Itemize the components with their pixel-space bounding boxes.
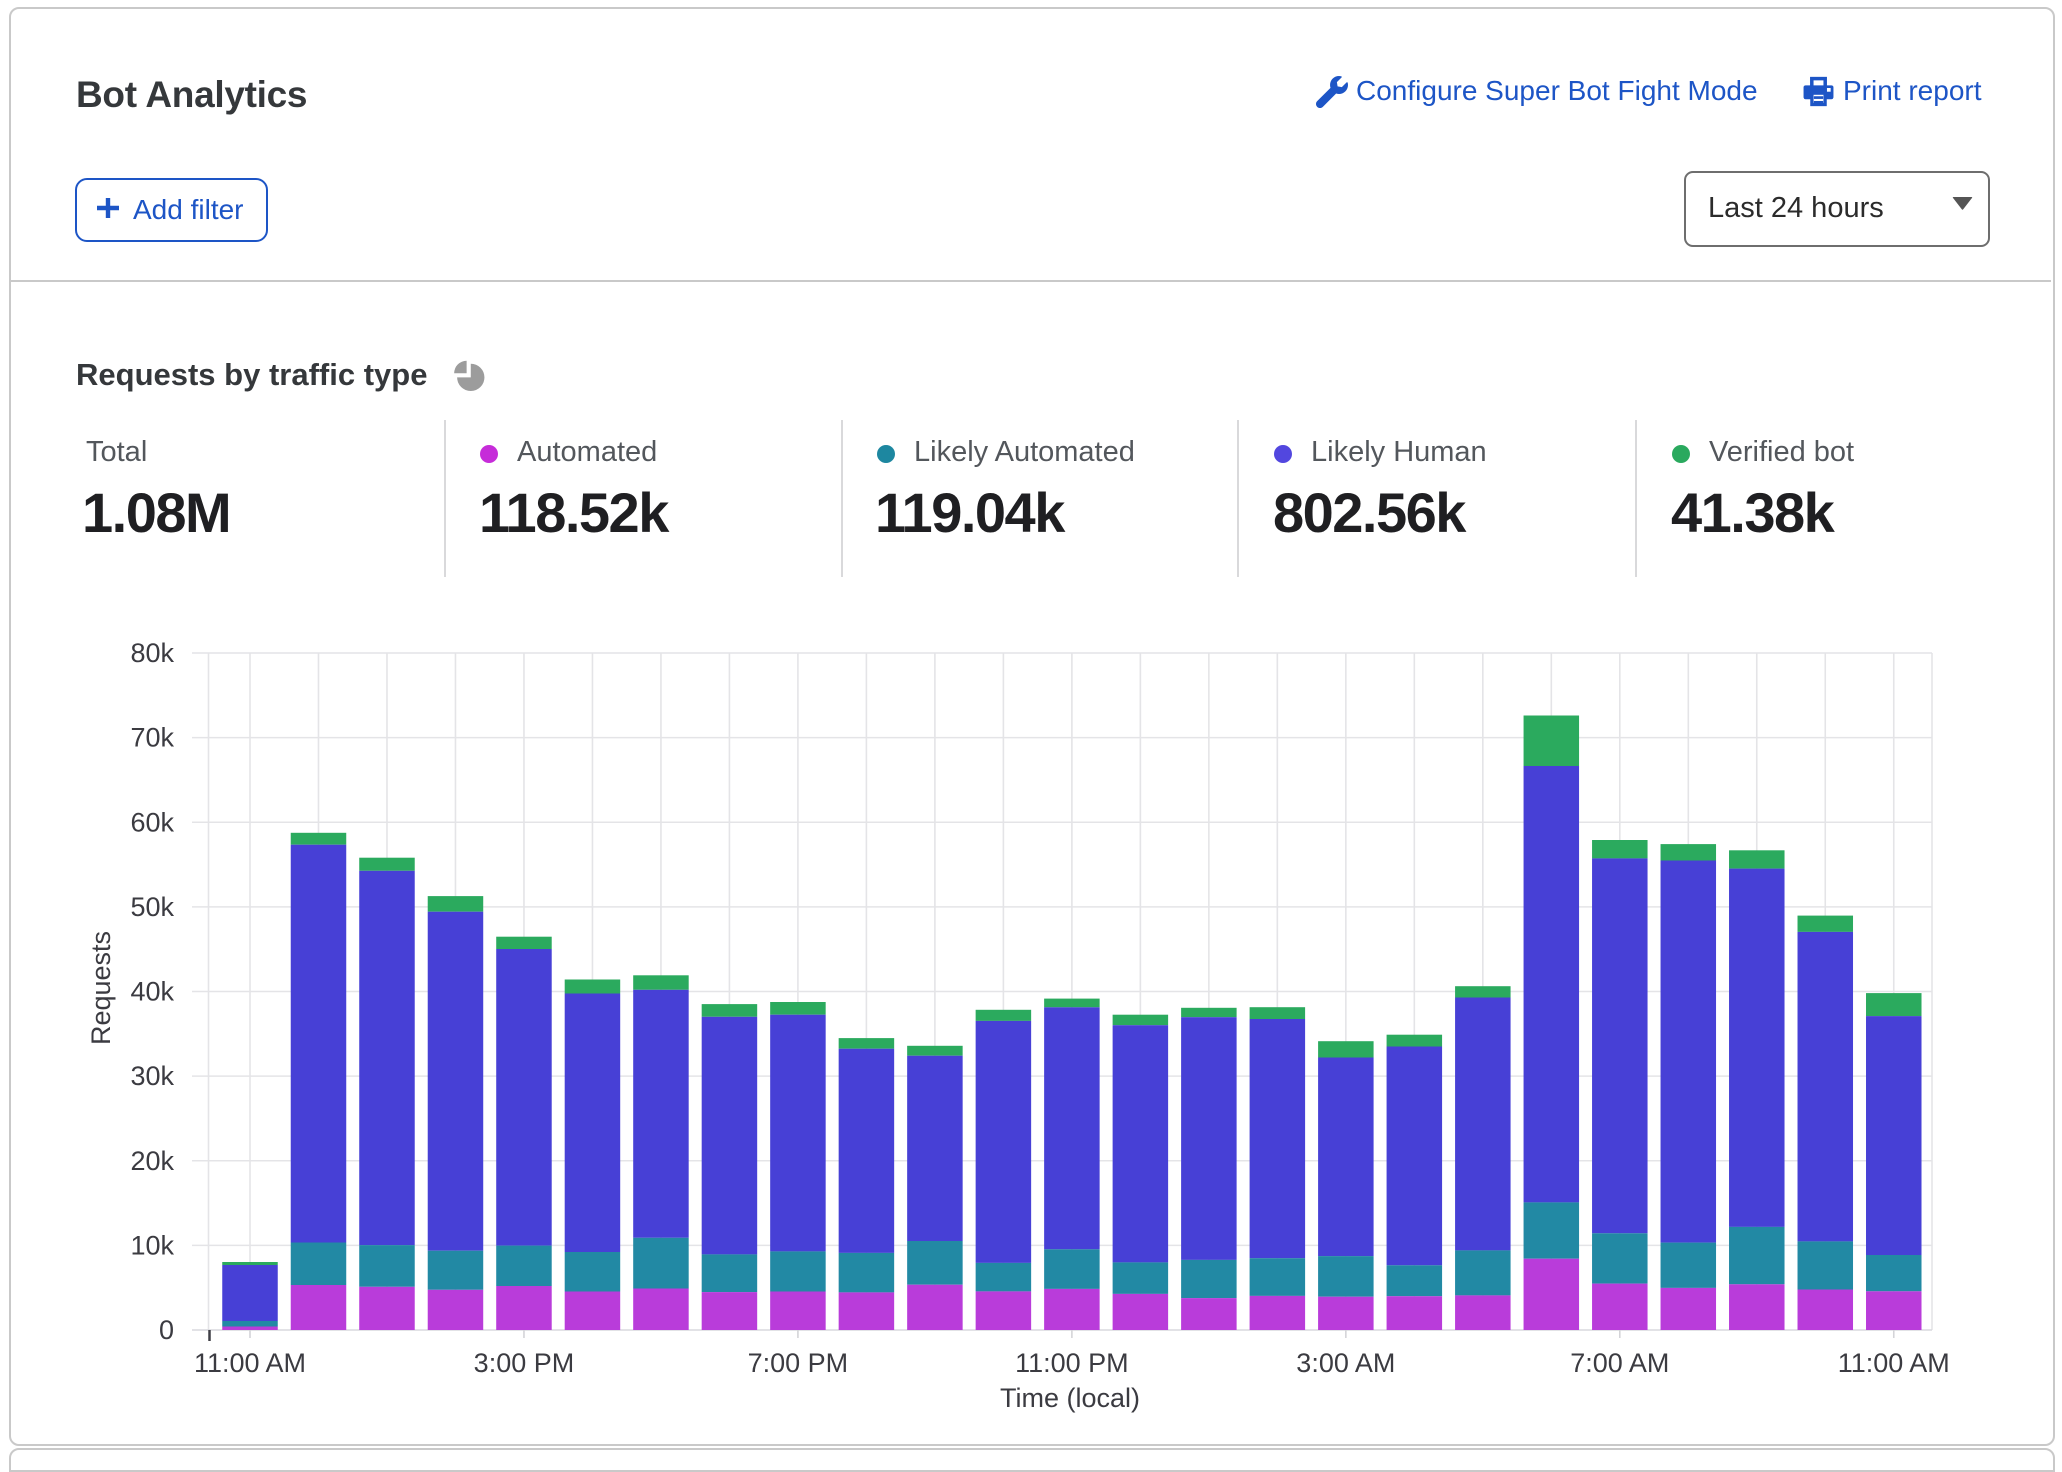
svg-text:50k: 50k	[130, 892, 174, 922]
svg-text:Time (local): Time (local)	[1000, 1383, 1140, 1413]
svg-text:3:00 PM: 3:00 PM	[474, 1348, 575, 1378]
svg-text:40k: 40k	[130, 977, 174, 1007]
svg-text:Requests: Requests	[86, 931, 116, 1045]
svg-text:0: 0	[159, 1315, 174, 1345]
svg-text:70k: 70k	[130, 723, 174, 753]
svg-text:30k: 30k	[130, 1061, 174, 1091]
svg-text:11:00 AM: 11:00 AM	[1838, 1348, 1950, 1378]
svg-text:3:00 AM: 3:00 AM	[1296, 1348, 1395, 1378]
svg-text:7:00 PM: 7:00 PM	[748, 1348, 849, 1378]
svg-text:80k: 80k	[130, 638, 174, 668]
svg-text:10k: 10k	[130, 1230, 174, 1260]
svg-text:20k: 20k	[130, 1146, 174, 1176]
svg-text:60k: 60k	[130, 807, 174, 837]
svg-text:11:00 PM: 11:00 PM	[1015, 1348, 1129, 1378]
svg-text:11:00 AM: 11:00 AM	[194, 1348, 306, 1378]
svg-text:7:00 AM: 7:00 AM	[1570, 1348, 1669, 1378]
